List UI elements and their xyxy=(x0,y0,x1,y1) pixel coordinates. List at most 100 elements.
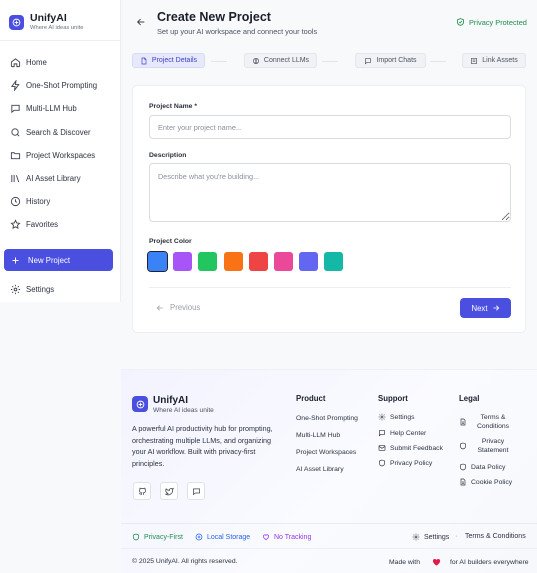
github-button[interactable] xyxy=(133,482,151,500)
footer-link-settings[interactable]: Settings xyxy=(378,413,415,421)
sidebar-item-label: History xyxy=(26,197,51,207)
star-icon xyxy=(10,219,21,230)
folder-icon xyxy=(10,152,21,160)
sidebar-item-label: Favorites xyxy=(26,220,59,230)
footer-link-ai-asset-library[interactable]: AI Asset Library xyxy=(296,466,344,473)
sidebar-item-project-workspaces[interactable]: Project Workspaces xyxy=(0,144,120,167)
step-link-assets[interactable]: Link Assets xyxy=(462,53,526,68)
sidebar-nav: Home One-Shot Prompting Multi-LLM Hub Se… xyxy=(0,41,120,237)
sidebar-item-search-discover[interactable]: Search & Discover xyxy=(0,121,120,144)
footer-link-terms-conditions[interactable]: Terms & Conditions xyxy=(459,413,515,432)
step-project-details[interactable]: Project Details xyxy=(132,53,205,68)
color-swatch[interactable] xyxy=(198,252,218,271)
gear-icon xyxy=(10,285,21,295)
badge-label: Privacy-First xyxy=(144,533,183,541)
footer-link-label: Privacy Policy xyxy=(390,459,433,467)
heart-icon xyxy=(262,534,270,541)
color-swatch[interactable] xyxy=(324,252,344,271)
footer-tagline: Where AI ideas unite xyxy=(153,407,214,414)
footer-link-privacy-policy[interactable]: Privacy Policy xyxy=(378,459,432,467)
sidebar-item-home[interactable]: Home xyxy=(0,51,120,74)
color-swatch[interactable] xyxy=(147,251,168,272)
footer-description: A powerful AI productivity hub for promp… xyxy=(132,424,273,468)
color-swatch[interactable] xyxy=(223,252,243,271)
plus-icon xyxy=(12,257,19,263)
step-label: Project Details xyxy=(151,57,198,64)
badge-privacy-first: Privacy-First xyxy=(132,533,183,541)
badge-label: Local Storage xyxy=(207,533,251,541)
sidebar-item-multi-llm-hub[interactable]: Multi-LLM Hub xyxy=(0,97,120,120)
brain-icon xyxy=(252,57,259,64)
shield-check-icon xyxy=(457,18,464,26)
arrow-left-icon xyxy=(156,304,163,311)
shield-icon xyxy=(132,533,140,541)
footer-link-label: Submit Feedback xyxy=(390,444,443,452)
footer-link-multi-llm-hub[interactable]: Multi-LLM Hub xyxy=(296,432,340,439)
previous-button[interactable]: Previous xyxy=(156,303,200,312)
footer-link-help-center[interactable]: Help Center xyxy=(378,429,426,437)
footer-logo-icon xyxy=(132,396,148,412)
footer-legal-title: Legal xyxy=(459,394,480,403)
footer-link-label: Help Center xyxy=(390,429,427,437)
library-icon xyxy=(11,174,20,183)
sidebar-item-one-shot-prompting[interactable]: One-Shot Prompting xyxy=(0,74,120,97)
footer-link-submit-feedback[interactable]: Submit Feedback xyxy=(378,444,443,452)
badge-no-tracking: No Tracking xyxy=(262,533,311,541)
page-subtitle: Set up your AI workspace and connect you… xyxy=(157,27,318,36)
footer-link-project-workspaces[interactable]: Project Workspaces xyxy=(296,449,356,456)
step-connector xyxy=(322,61,338,62)
brand[interactable]: UnifyAI Where AI ideas unite xyxy=(0,0,120,34)
step-connector xyxy=(211,61,227,62)
sidebar-item-ai-asset-library[interactable]: AI Asset Library xyxy=(0,167,120,190)
description-label: Description xyxy=(149,152,187,159)
sidebar-item-label: Home xyxy=(26,58,47,68)
zap-icon xyxy=(10,80,20,92)
color-swatch[interactable] xyxy=(299,252,319,271)
footer-link-one-shot-prompting[interactable]: One-Shot Prompting xyxy=(296,415,358,422)
next-button[interactable]: Next xyxy=(460,298,511,318)
sidebar-item-label: One-Shot Prompting xyxy=(26,81,98,91)
sidebar-item-label: Multi-LLM Hub xyxy=(26,104,77,114)
sidebar-item-settings[interactable]: Settings xyxy=(0,278,120,301)
privacy-label: Privacy Protected xyxy=(469,17,527,27)
new-project-button[interactable]: New Project xyxy=(4,249,113,271)
github-icon xyxy=(138,487,146,495)
color-swatch[interactable] xyxy=(273,252,293,271)
arrow-right-icon xyxy=(492,305,499,311)
color-swatch[interactable] xyxy=(248,252,268,271)
brand-name: UnifyAI xyxy=(30,11,67,24)
privacy-status: Privacy Protected xyxy=(456,17,527,27)
sidebar-item-label: Settings xyxy=(26,285,55,295)
back-button[interactable] xyxy=(136,17,146,27)
footer-link-cookie-policy[interactable]: Cookie Policy xyxy=(459,478,512,486)
footer-settings-link[interactable]: Settings xyxy=(412,533,449,541)
twitter-icon xyxy=(164,487,174,495)
footer-terms-link[interactable]: Terms & Conditions xyxy=(465,533,526,540)
color-swatch[interactable] xyxy=(173,252,193,271)
step-import-chats[interactable]: Import Chats xyxy=(355,53,426,68)
project-name-input[interactable] xyxy=(149,115,511,139)
footer-link-privacy-statement[interactable]: Privacy Statement xyxy=(459,437,515,456)
step-connect-llms[interactable]: Connect LLMs xyxy=(244,53,317,68)
sidebar-item-label: AI Asset Library xyxy=(26,174,81,184)
sidebar-item-history[interactable]: History xyxy=(0,190,120,213)
footer-link-label: Cookie Policy xyxy=(471,478,513,486)
feedback-button[interactable] xyxy=(187,482,205,500)
footer-link-label: Privacy Statement xyxy=(477,438,509,455)
form-divider xyxy=(149,287,511,288)
message-square-icon xyxy=(192,488,200,495)
sidebar-item-label: Project Workspaces xyxy=(26,150,96,160)
database-icon xyxy=(195,533,203,541)
twitter-button[interactable] xyxy=(160,482,178,500)
database-shield-icon xyxy=(460,463,466,471)
description-textarea[interactable] xyxy=(149,163,511,222)
sidebar-item-label: Search & Discover xyxy=(26,127,91,137)
footer-settings-label: Settings xyxy=(424,533,450,541)
sidebar: UnifyAI Where AI ideas unite Home One-Sh… xyxy=(0,0,121,302)
project-color-label: Project Color xyxy=(149,238,192,245)
footer-link-data-policy[interactable]: Data Policy xyxy=(459,463,505,471)
footer-product-title: Product xyxy=(296,394,326,403)
sidebar-item-favorites[interactable]: Favorites xyxy=(0,213,120,236)
shield-icon xyxy=(379,459,385,467)
copyright: © 2025 UnifyAI. All rights reserved. xyxy=(132,558,238,565)
